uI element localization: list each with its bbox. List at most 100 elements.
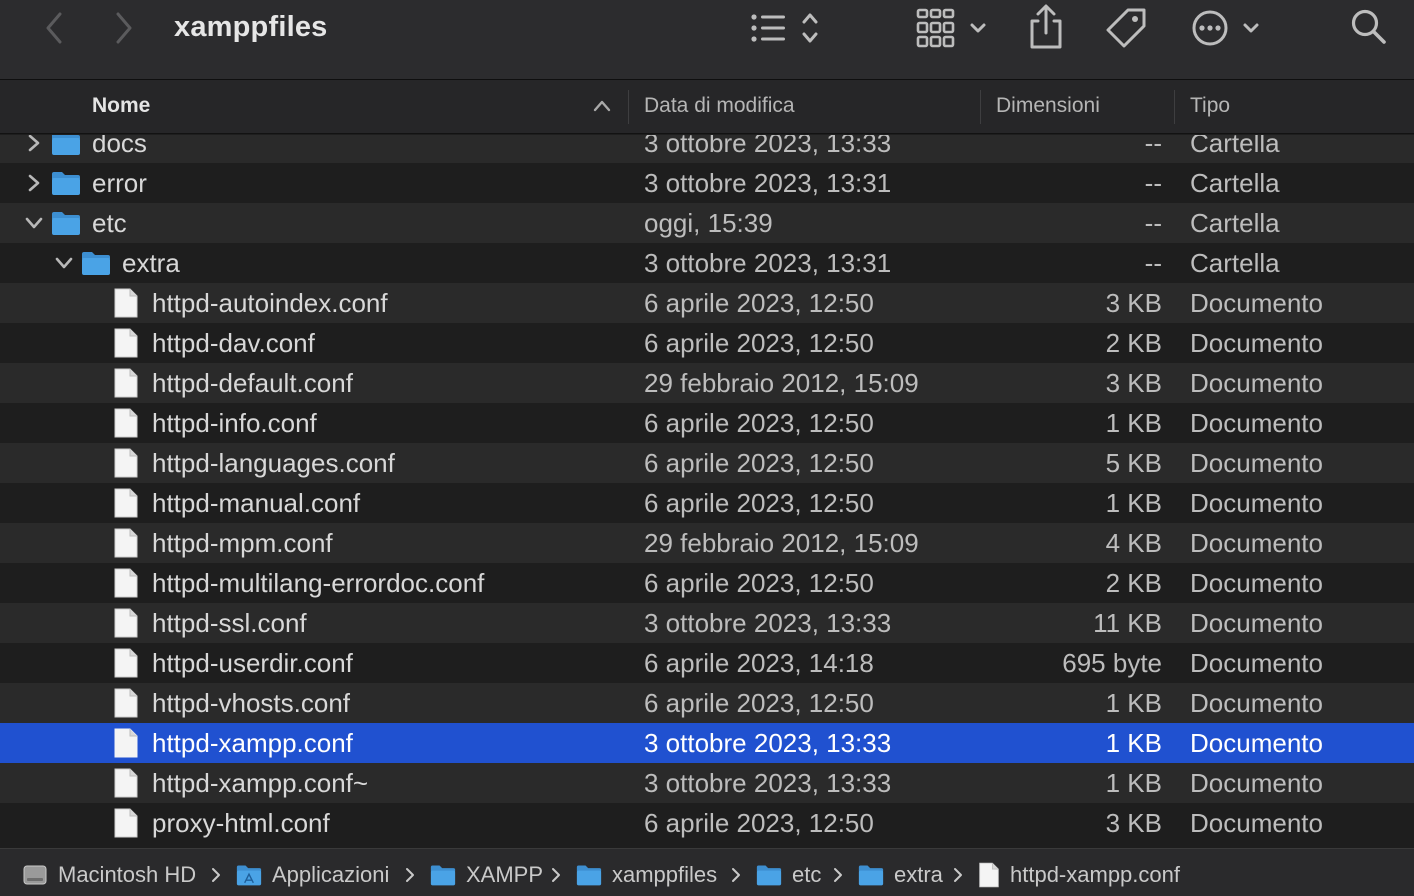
back-button[interactable] <box>34 8 74 48</box>
folder-icon <box>576 865 602 886</box>
folder-icon <box>756 865 782 886</box>
path-crumb[interactable]: Macintosh HD <box>22 861 196 889</box>
share-button[interactable] <box>1024 2 1068 52</box>
file-name: httpd-info.conf <box>152 408 317 438</box>
path-crumb[interactable]: xamppfiles <box>576 861 717 889</box>
modified-date: 29 febbraio 2012, 15:09 <box>644 368 919 398</box>
path-crumb[interactable]: Applicazioni <box>236 861 389 889</box>
file-row[interactable]: httpd-mpm.conf 29 febbraio 2012, 15:09 4 K… <box>0 523 1414 563</box>
document-icon <box>114 368 138 398</box>
file-list: docs 3 ottobre 2023, 13:33 -- Cartella error… <box>0 135 1414 847</box>
file-size: 3 KB <box>1105 808 1162 838</box>
folder-row[interactable]: docs 3 ottobre 2023, 13:33 -- Cartella <box>0 135 1414 163</box>
tag-button[interactable] <box>1102 5 1150 51</box>
file-kind: Documento <box>1190 368 1323 398</box>
column-divider[interactable] <box>628 90 629 124</box>
column-divider[interactable] <box>1174 90 1175 124</box>
document-icon <box>979 862 999 888</box>
file-kind: Documento <box>1190 728 1323 758</box>
search-icon <box>1351 9 1386 44</box>
file-name: httpd-default.conf <box>152 368 353 398</box>
file-size: 3 KB <box>1105 288 1162 318</box>
document-icon <box>114 568 138 598</box>
path-crumb-label: XAMPP <box>466 862 544 887</box>
view-mode-button[interactable] <box>745 8 831 48</box>
group-button[interactable] <box>912 6 992 50</box>
column-size-header[interactable]: Dimensioni <box>996 80 1100 134</box>
file-row[interactable]: httpd-info.conf 6 aprile 2023, 12:50 1 KB D… <box>0 403 1414 443</box>
column-type-header[interactable]: Tipo <box>1190 80 1230 134</box>
search-button[interactable] <box>1346 4 1392 50</box>
path-crumb[interactable]: etc <box>756 861 821 889</box>
column-divider[interactable] <box>980 90 981 124</box>
more-actions-button[interactable] <box>1188 6 1264 50</box>
toolbar: xamppfiles <box>0 0 1414 80</box>
document-icon <box>114 528 138 558</box>
file-kind: Cartella <box>1190 168 1280 198</box>
sort-ascending-icon[interactable] <box>592 98 612 114</box>
modified-date: 6 aprile 2023, 12:50 <box>644 488 874 518</box>
file-row[interactable]: httpd-ssl.conf 3 ottobre 2023, 13:33 11 KB… <box>0 603 1414 643</box>
folder-row[interactable]: etc oggi, 15:39 -- Cartella <box>0 203 1414 243</box>
finder-window: xamppfiles Nome Data di modifica Dimensi… <box>0 0 1414 896</box>
ellipsis-circle-icon <box>1192 10 1259 46</box>
file-kind: Documento <box>1190 608 1323 638</box>
file-kind: Documento <box>1190 488 1323 518</box>
file-row[interactable]: httpd-userdir.conf 6 aprile 2023, 14:18 69… <box>0 643 1414 683</box>
chevron-left-icon <box>46 12 62 44</box>
file-kind: Documento <box>1190 648 1323 678</box>
grid-view-icon <box>916 8 986 48</box>
file-size: -- <box>1144 248 1162 278</box>
file-row[interactable]: httpd-languages.conf 6 aprile 2023, 12:50… <box>0 443 1414 483</box>
modified-date: 29 febbraio 2012, 15:09 <box>644 528 919 558</box>
file-row[interactable]: httpd-dav.conf 6 aprile 2023, 12:50 2 KB Do… <box>0 323 1414 363</box>
path-crumb[interactable]: httpd-xampp.conf <box>978 861 1180 889</box>
file-row[interactable]: proxy-html.conf 6 aprile 2023, 12:50 3 KB D… <box>0 803 1414 843</box>
path-crumb[interactable]: extra <box>858 861 943 889</box>
applications-folder-icon <box>236 865 262 886</box>
disclosure-triangle[interactable] <box>24 135 44 153</box>
document-icon <box>114 768 138 798</box>
column-name-header[interactable]: Nome <box>92 80 150 134</box>
modified-date: 6 aprile 2023, 12:50 <box>644 408 874 438</box>
folder-row[interactable]: extra 3 ottobre 2023, 13:31 -- Cartella <box>0 243 1414 283</box>
folder-row[interactable]: error 3 ottobre 2023, 13:31 -- Cartella <box>0 163 1414 203</box>
folder-icon <box>858 865 884 886</box>
file-row[interactable]: httpd-multilang-errordoc.conf 6 aprile 20… <box>0 563 1414 603</box>
path-crumb[interactable]: XAMPP <box>430 861 543 889</box>
file-size: 2 KB <box>1105 328 1162 358</box>
file-row[interactable]: httpd-xampp.conf 3 ottobre 2023, 13:33 1 K… <box>0 723 1414 763</box>
disclosure-triangle[interactable] <box>24 213 44 233</box>
share-icon <box>1030 4 1062 49</box>
modified-date: 3 ottobre 2023, 13:31 <box>644 168 892 198</box>
document-icon <box>114 288 138 318</box>
forward-button[interactable] <box>104 8 144 48</box>
window-title: xamppfiles <box>174 11 328 43</box>
file-row[interactable]: httpd-default.conf 29 febbraio 2012, 15:0… <box>0 363 1414 403</box>
file-row[interactable]: httpd-autoindex.conf 6 aprile 2023, 12:50… <box>0 283 1414 323</box>
file-row[interactable]: httpd-xampp.conf~ 3 ottobre 2023, 13:33 1 … <box>0 763 1414 803</box>
document-icon <box>114 808 138 838</box>
file-row[interactable]: httpd-manual.conf 6 aprile 2023, 12:50 1 K… <box>0 483 1414 523</box>
file-kind: Documento <box>1190 768 1323 798</box>
document-icon <box>114 408 138 438</box>
disclosure-triangle[interactable] <box>24 173 44 193</box>
folder-icon <box>430 865 456 886</box>
file-kind: Documento <box>1190 528 1323 558</box>
file-size: -- <box>1144 168 1162 198</box>
file-name: httpd-xampp.conf <box>152 728 353 758</box>
chevron-right-icon <box>28 174 40 192</box>
file-name: httpd-xampp.conf~ <box>152 768 369 798</box>
file-row[interactable]: httpd-vhosts.conf 6 aprile 2023, 12:50 1 K… <box>0 683 1414 723</box>
file-kind: Documento <box>1190 408 1323 438</box>
file-size: 1 KB <box>1105 488 1162 518</box>
file-kind: Cartella <box>1190 135 1280 158</box>
file-name: error <box>92 168 147 198</box>
document-icon <box>114 448 138 478</box>
file-name: docs <box>92 135 147 158</box>
column-date-header[interactable]: Data di modifica <box>644 80 795 134</box>
list-view-icon <box>751 13 818 43</box>
disclosure-triangle[interactable] <box>54 253 74 273</box>
file-kind: Documento <box>1190 808 1323 838</box>
file-name: httpd-userdir.conf <box>152 648 353 678</box>
